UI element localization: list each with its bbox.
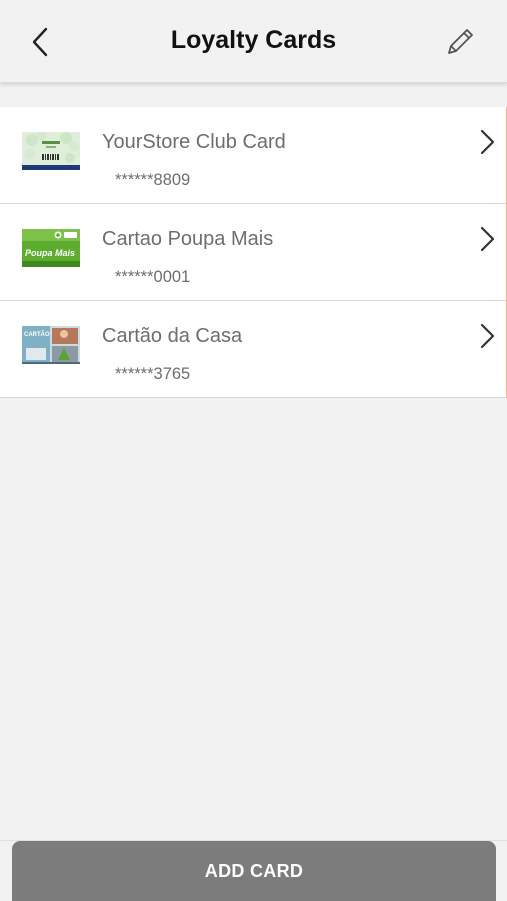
card-number: ******0001 bbox=[115, 268, 191, 286]
card-name: YourStore Club Card bbox=[102, 131, 286, 153]
card-row-cartao-casa[interactable]: CARTÃO CASA Cartão da Casa ******3765 bbox=[0, 301, 506, 398]
chevron-right-icon bbox=[480, 323, 495, 349]
add-card-button[interactable]: ADD CARD bbox=[12, 841, 496, 901]
edit-button[interactable] bbox=[440, 22, 480, 62]
pencil-icon bbox=[448, 29, 473, 54]
svg-text:Poupa Mais: Poupa Mais bbox=[25, 248, 75, 258]
card-number: ******8809 bbox=[115, 171, 191, 189]
card-number: ******3765 bbox=[115, 365, 191, 383]
chevron-right-icon bbox=[480, 129, 495, 155]
club-card-image bbox=[22, 132, 80, 170]
card-row-yourstore[interactable]: YourStore Club Card ******8809 bbox=[0, 107, 506, 204]
chevron-right-icon bbox=[480, 226, 495, 252]
top-bar: Loyalty Cards bbox=[0, 0, 507, 83]
cartao-casa-card-image: CARTÃO CASA bbox=[22, 326, 80, 364]
footer: ADD CARD bbox=[0, 840, 507, 901]
loyalty-card-list: YourStore Club Card ******8809 Poupa Mai… bbox=[0, 107, 507, 398]
card-name: Cartao Poupa Mais bbox=[102, 228, 274, 250]
poupa-mais-card-image: Poupa Mais bbox=[22, 229, 80, 267]
page-title: Loyalty Cards bbox=[170, 26, 337, 54]
card-row-poupa-mais[interactable]: Poupa Mais Cartao Poupa Mais ******0001 bbox=[0, 204, 506, 301]
card-name: Cartão da Casa bbox=[102, 325, 243, 347]
